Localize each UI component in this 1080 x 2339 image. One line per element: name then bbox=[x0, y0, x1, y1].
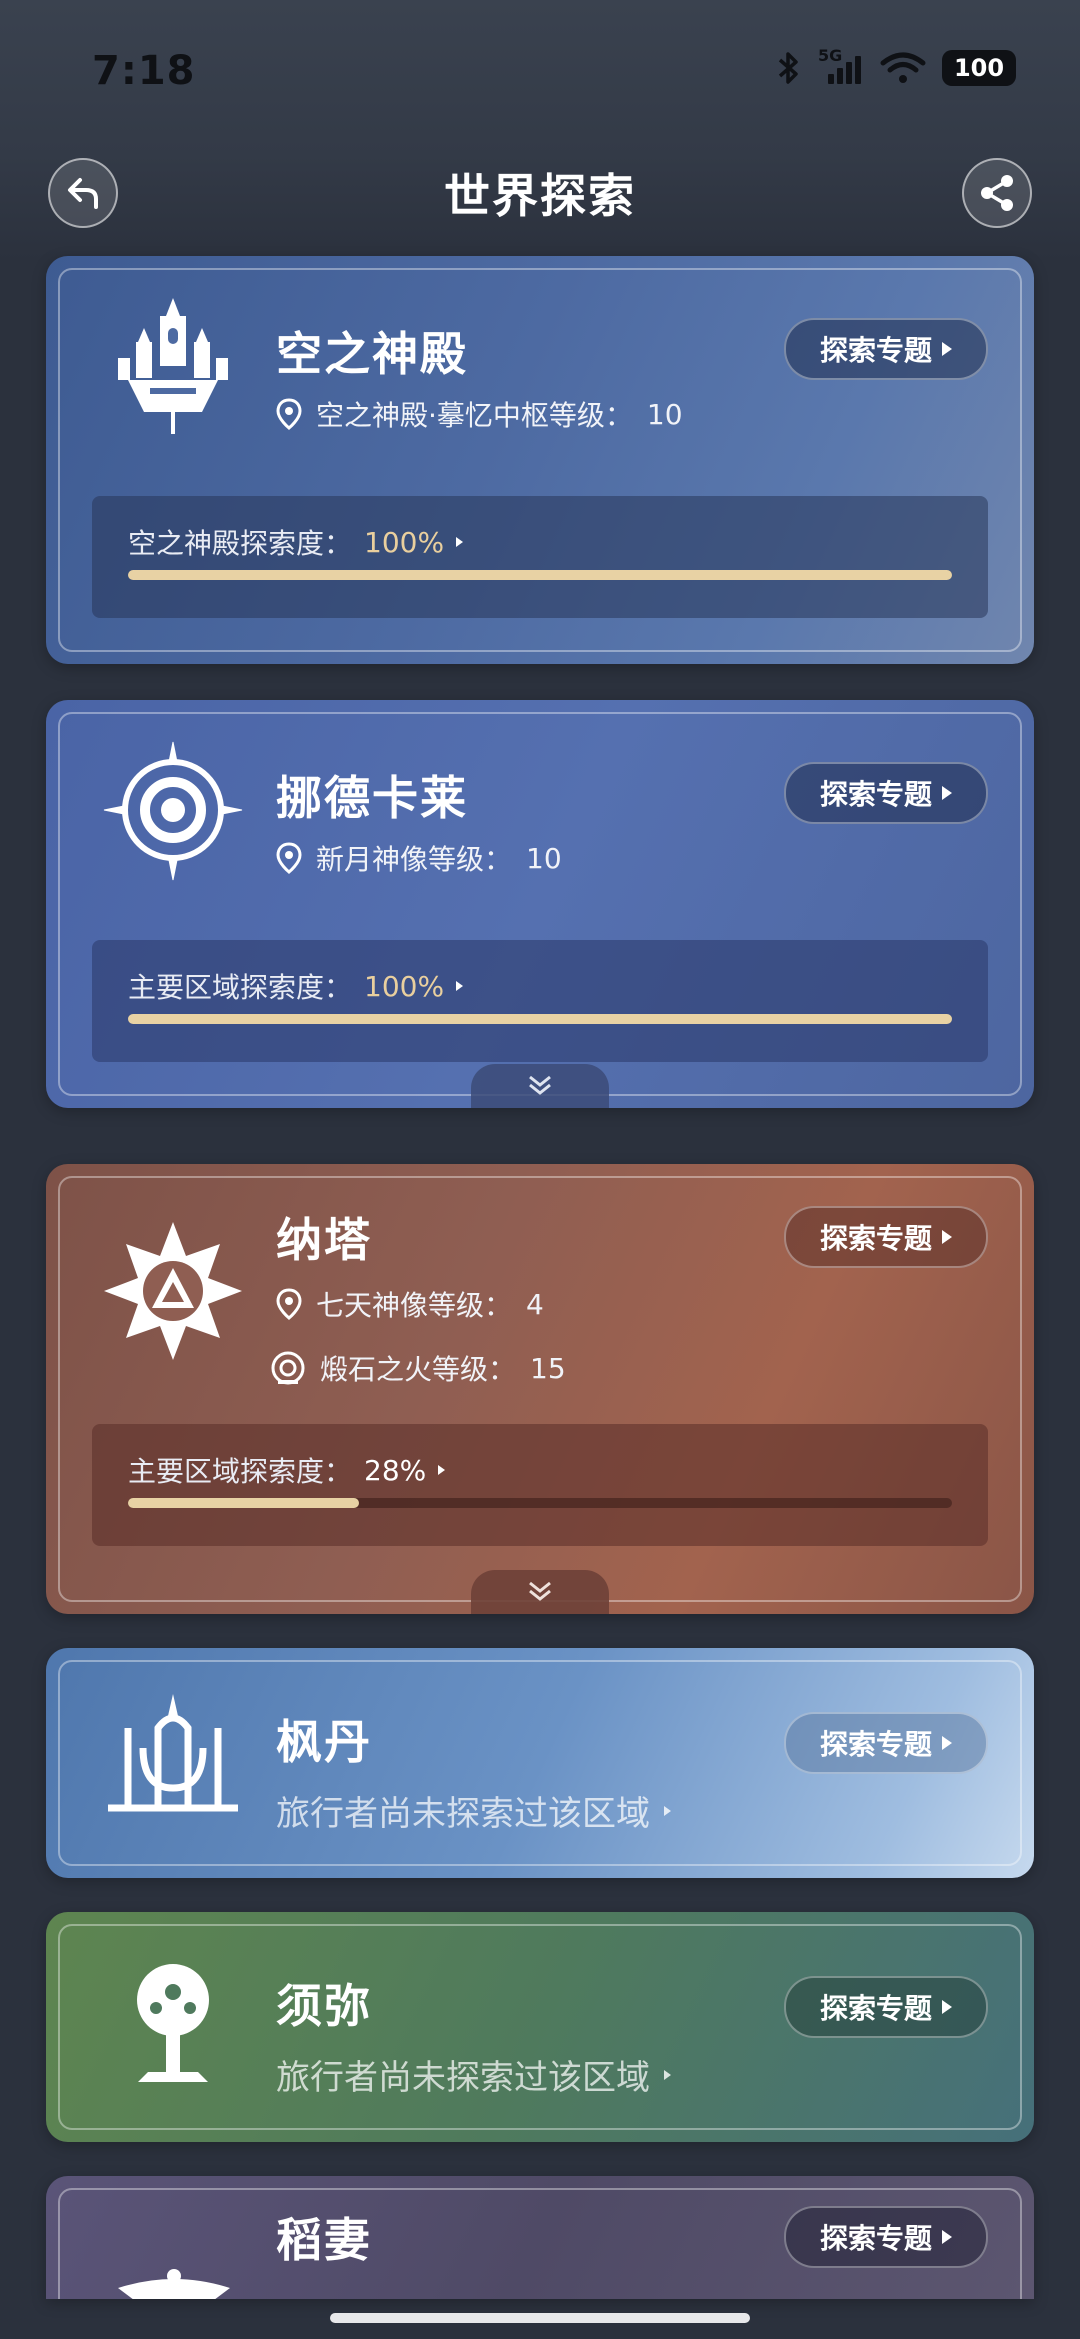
region-title: 须弥 bbox=[276, 1979, 372, 2033]
location-pin-icon bbox=[276, 1288, 302, 1320]
region-title: 枫丹 bbox=[276, 1715, 372, 1769]
chevron-right-icon bbox=[942, 2000, 952, 2014]
progress-fill bbox=[128, 1498, 359, 1508]
level-info: 空之神殿·摹忆中枢等级： 10 bbox=[276, 394, 683, 434]
progress-fill bbox=[128, 570, 952, 580]
fire-level-info: 煅石之火等级： 15 bbox=[270, 1348, 566, 1388]
chevron-right-icon bbox=[664, 2069, 671, 2080]
status-icons: 5G 100 bbox=[776, 46, 1016, 86]
region-card-sumeru[interactable]: 须弥 探索专题 旅行者尚未探索过该区域 bbox=[46, 1912, 1034, 2142]
exploration-link[interactable]: 主要区域探索度： 28% bbox=[128, 1450, 446, 1490]
natlan-emblem-icon bbox=[104, 1222, 242, 1360]
region-card-sky-temple[interactable]: 空之神殿 探索专题 空之神殿·摹忆中枢等级： 10 空之神殿探索度： 100% bbox=[46, 256, 1034, 664]
exploration-link[interactable]: 主要区域探索度： 100% bbox=[128, 966, 464, 1006]
exploration-progress: 空之神殿探索度： 100% bbox=[92, 496, 988, 618]
double-chevron-down-icon bbox=[529, 1075, 551, 1095]
exploration-link[interactable]: 空之神殿探索度： 100% bbox=[128, 522, 464, 562]
exploration-progress: 主要区域探索度： 28% bbox=[92, 1424, 988, 1546]
wifi-icon bbox=[880, 52, 926, 83]
unexplored-link[interactable]: 旅行者尚未探索过该区域 bbox=[276, 2050, 671, 2099]
battery-indicator: 100 bbox=[942, 50, 1016, 86]
region-card-fontaine[interactable]: 枫丹 探索专题 旅行者尚未探索过该区域 bbox=[46, 1648, 1034, 1878]
region-card-nod-krai[interactable]: 挪德卡莱 探索专题 新月神像等级： 10 主要区域探索度： 100% bbox=[46, 700, 1034, 1108]
progress-bar bbox=[128, 570, 952, 580]
page-title: 世界探索 bbox=[444, 169, 636, 223]
chevron-right-icon bbox=[456, 537, 464, 547]
level-info: 七天神像等级： 4 bbox=[276, 1284, 544, 1324]
inazuma-emblem-icon bbox=[118, 2269, 230, 2299]
level-info: 新月神像等级： 10 bbox=[276, 838, 562, 878]
home-indicator[interactable] bbox=[330, 2313, 750, 2323]
fire-emblem-icon bbox=[271, 1351, 305, 1385]
nod-krai-emblem-icon bbox=[103, 741, 243, 881]
explore-topic-button[interactable]: 探索专题 bbox=[784, 1712, 988, 1774]
progress-bar bbox=[128, 1498, 952, 1508]
expand-button[interactable] bbox=[471, 1064, 609, 1108]
expand-button[interactable] bbox=[471, 1570, 609, 1614]
chevron-right-icon bbox=[942, 1736, 952, 1750]
progress-bar bbox=[128, 1014, 952, 1024]
share-icon bbox=[981, 175, 1013, 211]
location-pin-icon bbox=[276, 398, 302, 430]
chevron-right-icon bbox=[664, 1805, 671, 1816]
region-title: 稻妻 bbox=[276, 2213, 372, 2267]
region-title: 空之神殿 bbox=[276, 327, 468, 381]
signal-icon: 5G bbox=[818, 46, 864, 86]
explore-topic-button[interactable]: 探索专题 bbox=[784, 1976, 988, 2038]
location-pin-icon bbox=[276, 842, 302, 874]
region-title: 挪德卡莱 bbox=[276, 771, 468, 825]
unexplored-link[interactable]: 旅行者尚未探索过该区域 bbox=[276, 1786, 671, 1835]
fontaine-emblem-icon bbox=[108, 1694, 238, 1812]
double-chevron-down-icon bbox=[529, 1581, 551, 1601]
sumeru-emblem-icon bbox=[137, 1964, 209, 2082]
chevron-right-icon bbox=[456, 981, 464, 991]
chevron-right-icon bbox=[438, 1465, 446, 1475]
explore-topic-button[interactable]: 探索专题 bbox=[784, 762, 988, 824]
chevron-right-icon bbox=[942, 786, 952, 800]
region-card-natlan[interactable]: 纳塔 探索专题 七天神像等级： 4 煅石之火等级： 15 主要区域探索度： 28% bbox=[46, 1164, 1034, 1614]
bluetooth-icon bbox=[778, 52, 798, 84]
status-time: 7:18 bbox=[92, 48, 196, 94]
sky-temple-emblem-icon bbox=[118, 298, 228, 434]
share-button[interactable] bbox=[962, 158, 1032, 228]
chevron-right-icon bbox=[942, 1230, 952, 1244]
chevron-right-icon bbox=[942, 342, 952, 356]
exploration-progress: 主要区域探索度： 100% bbox=[92, 940, 988, 1062]
chevron-right-icon bbox=[942, 2230, 952, 2244]
explore-topic-button[interactable]: 探索专题 bbox=[784, 1206, 988, 1268]
explore-topic-button[interactable]: 探索专题 bbox=[784, 318, 988, 380]
region-card-inazuma[interactable]: 稻妻 探索专题 bbox=[46, 2176, 1034, 2299]
progress-fill bbox=[128, 1014, 952, 1024]
explore-topic-button[interactable]: 探索专题 bbox=[784, 2206, 988, 2268]
region-title: 纳塔 bbox=[276, 1213, 372, 1267]
